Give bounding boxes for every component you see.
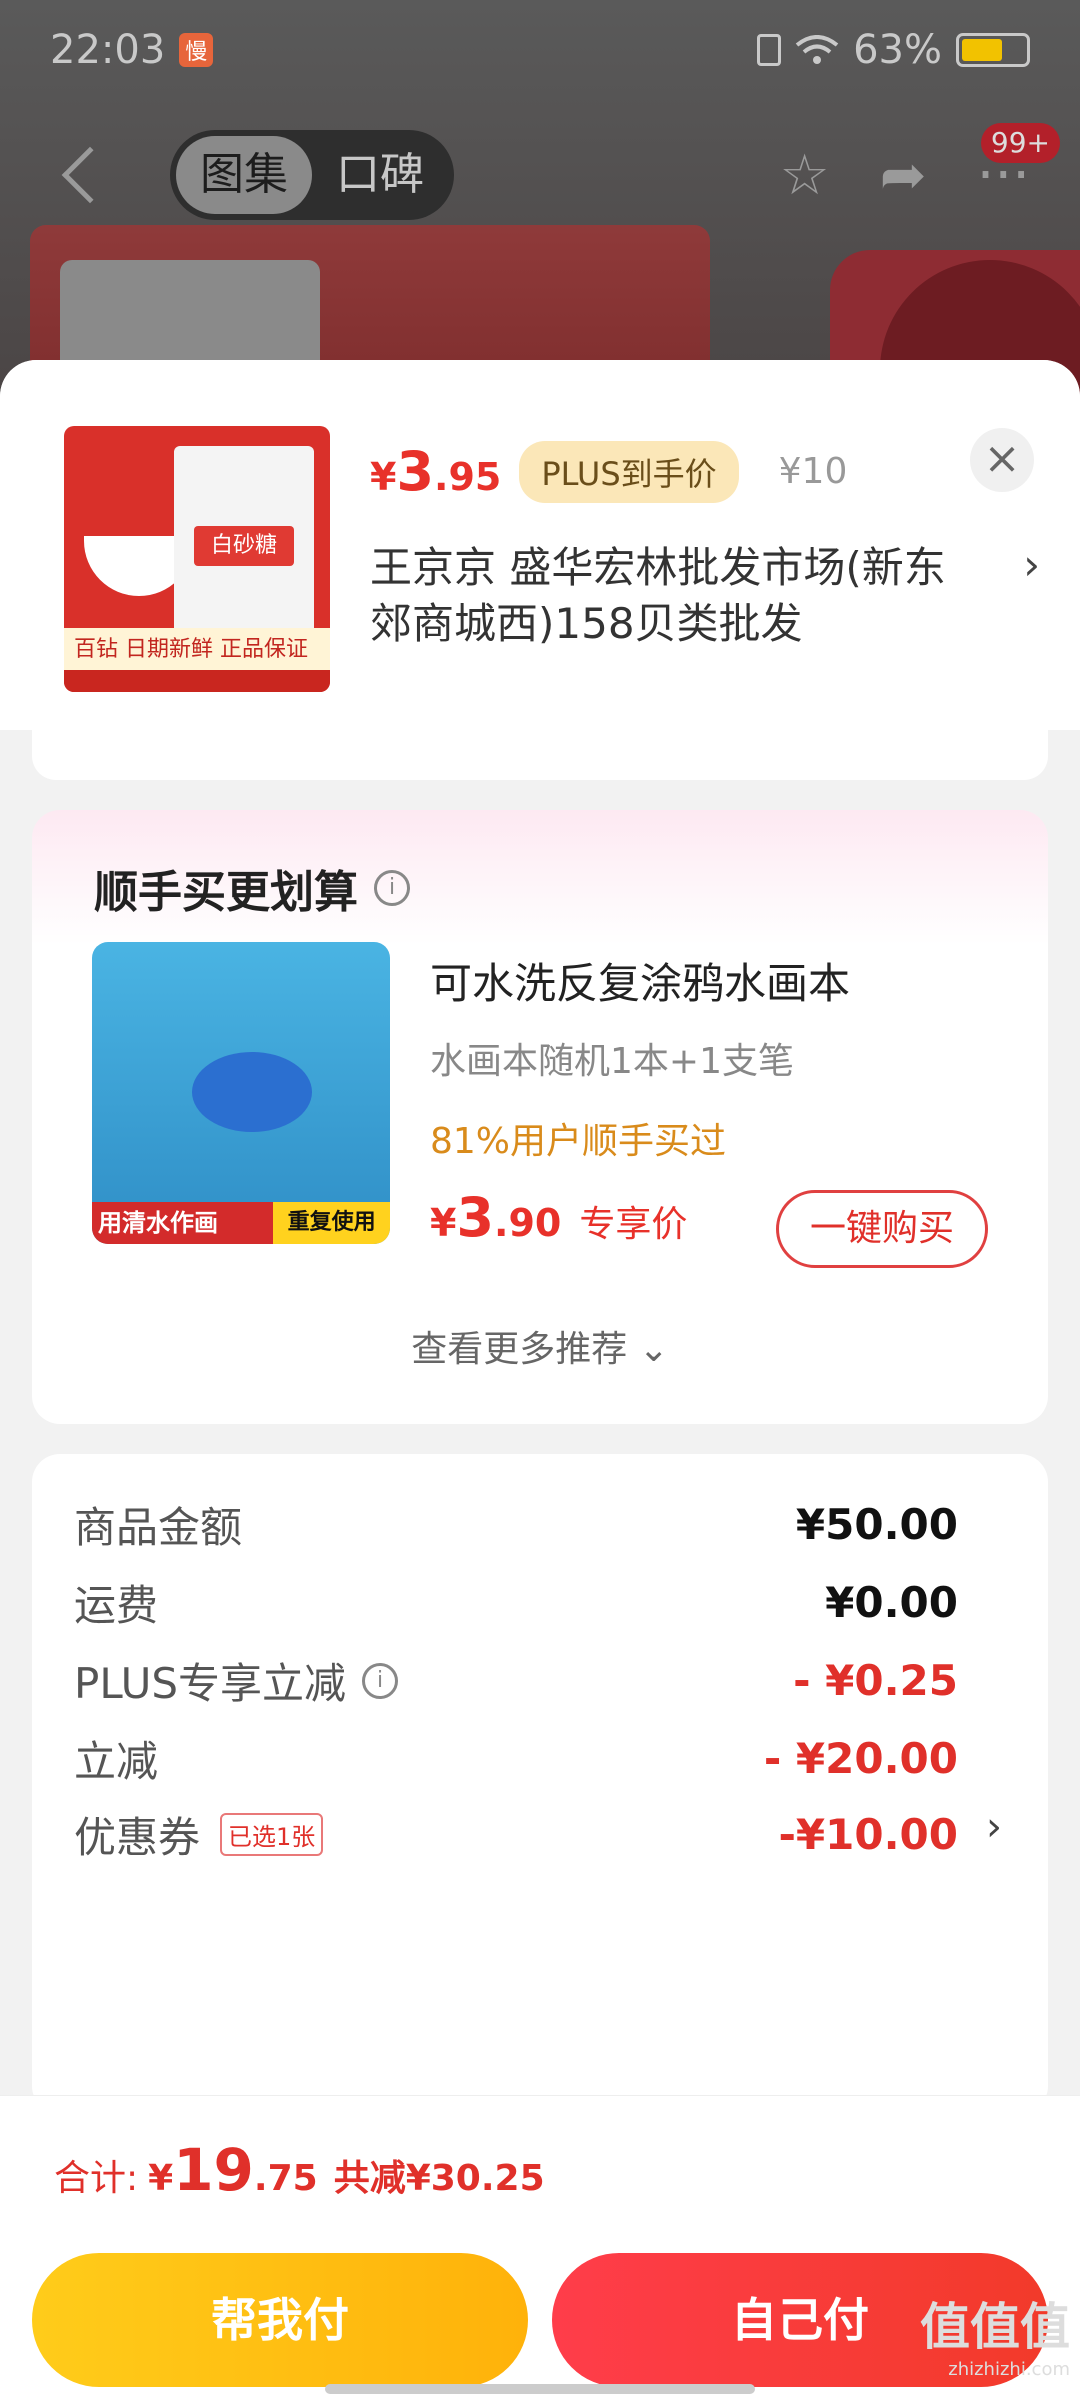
- product-thumbnail: 白砂糖 百钻 日期新鲜 正品保证: [64, 426, 330, 692]
- payment-sheet: 白砂糖 百钻 日期新鲜 正品保证 ¥3.95 PLUS到手价 ¥10 × 王京京…: [0, 360, 1080, 2400]
- product-header: 白砂糖 百钻 日期新鲜 正品保证 ¥3.95 PLUS到手价 ¥10 × 王京京…: [0, 360, 1080, 730]
- thumb-tag-text: 日期新鲜 正品保证: [125, 637, 309, 662]
- shop-name: 王京京 盛华宏林批发市场(新东郊商城西)158贝类批发: [370, 543, 946, 648]
- bundle-title: 顺手买更划算 i: [94, 856, 410, 920]
- tab-reviews[interactable]: 口碑: [312, 136, 448, 214]
- help-me-pay-button[interactable]: 帮我付: [32, 2253, 528, 2387]
- total-saved: 共减¥30.25: [333, 2158, 545, 2199]
- bundle-price-label: 专享价: [579, 1204, 688, 1245]
- tab-gallery[interactable]: 图集: [176, 136, 312, 214]
- home-indicator[interactable]: [325, 2384, 755, 2394]
- summary-row-goods: 商品金额 ¥50.00: [74, 1500, 958, 1552]
- info-icon[interactable]: i: [374, 870, 410, 906]
- close-button[interactable]: ×: [970, 428, 1034, 492]
- original-price: ¥10: [778, 451, 848, 492]
- info-icon[interactable]: i: [362, 1662, 399, 1699]
- coupon-count-tag: 已选1张: [220, 1813, 324, 1856]
- thumb-tag: 百钻 日期新鲜 正品保证: [64, 628, 330, 672]
- one-click-buy-button[interactable]: 一键购买: [776, 1190, 988, 1268]
- bundle-card: 顺手买更划算 i 用清水作画 重复使用 可水洗反复涂鸦水画本 水画本随机1本+1…: [32, 810, 1048, 1424]
- watermark: 值值值 zhizhizhi.com: [920, 2298, 1070, 2380]
- bundle-price: ¥3.90 专享价: [430, 1186, 688, 1249]
- bundle-product-image[interactable]: 用清水作画 重复使用: [92, 942, 390, 1244]
- sim-icon: [757, 34, 782, 66]
- status-bar: 22:03 慢 63%: [0, 0, 1080, 100]
- whale-shape: [192, 1052, 312, 1132]
- thumb-bag-label: 白砂糖: [194, 526, 294, 566]
- image-banner: 用清水作画 重复使用: [92, 1202, 390, 1244]
- share-icon[interactable]: ➦: [880, 143, 927, 208]
- bundle-item-spec: 水画本随机1本+1支笔: [430, 1041, 794, 1082]
- top-nav: 图集 口碑 ☆ ➦ ··· 99+: [0, 122, 1080, 220]
- product-price: ¥3.95: [370, 440, 502, 503]
- price-summary: 商品金额 ¥50.00 运费 ¥0.00 PLUS专享立减 i - ¥0.25 立…: [32, 1454, 1048, 2114]
- order-total: 合计: ¥19.75 共减¥30.25: [54, 2136, 545, 2204]
- summary-row-shipping: 运费 ¥0.00: [74, 1578, 958, 1630]
- notification-badge: 99+: [980, 122, 1060, 163]
- nav-actions: ☆ ➦ ··· 99+: [779, 122, 1060, 208]
- sugar-bag-shape: 白砂糖: [174, 446, 314, 636]
- bottom-action-bar: 合计: ¥19.75 共减¥30.25 帮我付 自己付 值值值 zhizhizh…: [0, 2095, 1080, 2400]
- battery-icon: [956, 33, 1030, 67]
- app-notification-icon: 慢: [179, 33, 214, 67]
- chevron-right-icon[interactable]: ›: [1023, 540, 1040, 589]
- favorite-star-icon[interactable]: ☆: [779, 143, 829, 208]
- bundle-buy-ratio: 81%用户顺手买过: [430, 1121, 727, 1162]
- header-bottom-strip: [32, 730, 1048, 780]
- gallery-tabs: 图集 口碑: [170, 130, 454, 220]
- chevron-right-icon[interactable]: ›: [986, 1804, 1002, 1850]
- more-recommendations-link[interactable]: 查看更多推荐 ⌄: [32, 1320, 1048, 1372]
- thumb-footer-bar: [64, 670, 330, 692]
- summary-row-coupon[interactable]: 优惠券 已选1张 -¥10.00: [74, 1804, 958, 1865]
- thumb-brand: 百钻: [74, 637, 119, 662]
- product-price-row: ¥3.95 PLUS到手价 ¥10: [370, 440, 847, 503]
- status-time: 22:03: [50, 27, 166, 73]
- battery-percent: 63%: [853, 27, 942, 73]
- plus-price-tag: PLUS到手价: [519, 440, 739, 503]
- bundle-item-name[interactable]: 可水洗反复涂鸦水画本: [430, 950, 850, 1011]
- wifi-icon: [795, 35, 839, 64]
- back-arrow-icon[interactable]: [61, 146, 119, 204]
- summary-row-plus-discount: PLUS专享立减 i - ¥0.25: [74, 1656, 958, 1708]
- summary-row-instant-discount: 立减 - ¥20.00: [74, 1734, 958, 1786]
